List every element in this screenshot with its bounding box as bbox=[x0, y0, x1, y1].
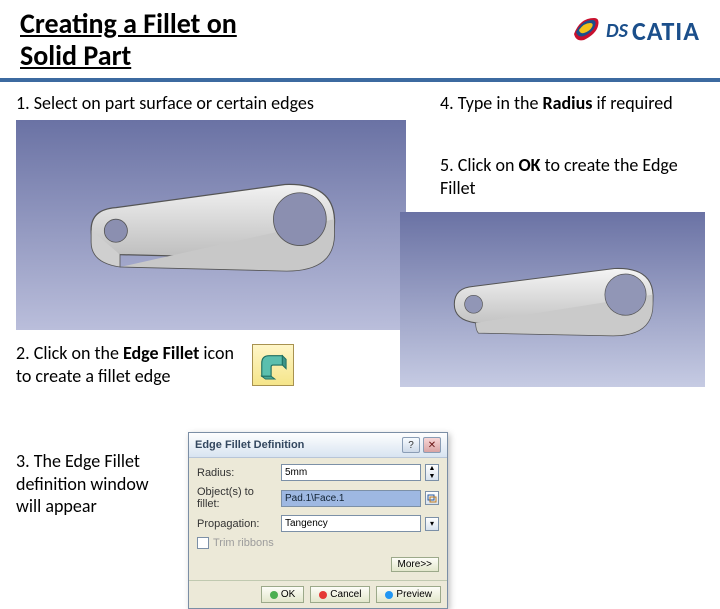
title-line2: Solid Part bbox=[20, 38, 131, 73]
trim-ribbons-checkbox[interactable] bbox=[197, 537, 209, 549]
step-4-text: 4. Type in the Radius if required bbox=[440, 92, 680, 115]
step-1-text: 1. Select on part surface or certain edg… bbox=[16, 92, 314, 115]
objects-label: Object(s) to fillet: bbox=[197, 486, 277, 510]
step-5-text: 5. Click on OK to create the Edge Fillet bbox=[440, 154, 700, 199]
dialog-close-button[interactable]: ✕ bbox=[423, 437, 441, 453]
step-2-text: 2. Click on the Edge Fillet icon to crea… bbox=[16, 342, 246, 387]
dialog-titlebar: Edge Fillet Definition ? ✕ bbox=[189, 433, 447, 458]
trim-ribbons-label: Trim ribbons bbox=[213, 537, 274, 549]
title-line1: Creating a Fillet on bbox=[20, 6, 237, 41]
dialog-help-button[interactable]: ? bbox=[402, 437, 420, 453]
radius-input[interactable]: 5mm bbox=[281, 464, 421, 481]
radius-label: Radius: bbox=[197, 467, 277, 479]
part-after-image bbox=[400, 212, 705, 387]
cancel-dot-icon bbox=[319, 591, 327, 599]
edge-fillet-dialog: Edge Fillet Definition ? ✕ Radius: 5mm ▲… bbox=[188, 432, 448, 609]
ok-dot-icon bbox=[270, 591, 278, 599]
cancel-button[interactable]: Cancel bbox=[310, 586, 370, 603]
ok-button[interactable]: OK bbox=[261, 586, 304, 603]
objects-select-icon[interactable] bbox=[425, 491, 439, 505]
page-title: Creating a Fillet on Solid Part bbox=[20, 8, 237, 72]
catia-logo: DS CATIA bbox=[570, 12, 700, 49]
objects-input[interactable]: Pad.1\Face.1 bbox=[281, 490, 421, 507]
radius-spinner[interactable]: ▲▼ bbox=[425, 464, 439, 481]
step-3-text: 3. The Edge Fillet definition window wil… bbox=[16, 450, 176, 518]
edge-fillet-icon[interactable] bbox=[252, 344, 294, 386]
logo-text: CATIA bbox=[632, 15, 700, 47]
more-button[interactable]: More>> bbox=[391, 557, 439, 572]
propagation-dropdown-icon[interactable]: ▾ bbox=[425, 517, 439, 531]
propagation-label: Propagation: bbox=[197, 518, 277, 530]
dialog-title: Edge Fillet Definition bbox=[195, 439, 304, 451]
part-before-image bbox=[16, 120, 406, 330]
logo-prefix: DS bbox=[606, 19, 628, 43]
ds-logo-icon bbox=[570, 12, 602, 49]
propagation-select[interactable]: Tangency bbox=[281, 515, 421, 532]
header-divider bbox=[0, 78, 720, 82]
preview-button[interactable]: Preview bbox=[376, 586, 441, 603]
preview-dot-icon bbox=[385, 591, 393, 599]
